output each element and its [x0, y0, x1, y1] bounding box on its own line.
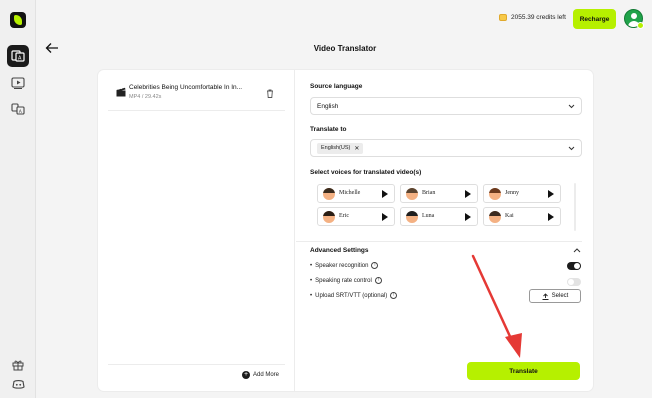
play-icon[interactable] — [548, 213, 554, 221]
gift-icon — [12, 360, 24, 371]
upload-icon — [542, 292, 549, 300]
clapperboard-icon — [116, 87, 126, 97]
advanced-divider — [296, 241, 582, 242]
speaker-recognition-toggle[interactable] — [567, 262, 581, 270]
translator-card: Celebrities Being Uncomfortable In In...… — [98, 70, 593, 391]
play-icon[interactable] — [382, 213, 388, 221]
play-icon[interactable] — [465, 190, 471, 198]
voice-name: Jenny — [505, 190, 519, 196]
voice-avatar — [323, 188, 335, 200]
voice-card-luna[interactable]: Luna — [400, 207, 478, 226]
upload-subtitle-option: • Upload SRT/VTT (optional) ! — [310, 292, 398, 299]
credits-text: 2055.39 credits left — [511, 14, 566, 21]
sidebar-item-voice[interactable]: A — [7, 98, 29, 120]
speaking-rate-option: • Speaking rate control ! — [310, 277, 382, 284]
speaking-rate-toggle[interactable] — [567, 278, 581, 286]
chevron-down-icon — [568, 104, 575, 109]
voice-avatar — [489, 188, 501, 200]
add-more-button[interactable]: + Add More — [242, 371, 279, 379]
file-name: Celebrities Being Uncomfortable In In... — [129, 84, 243, 91]
page-title: Video Translator — [313, 44, 377, 53]
translate-button[interactable]: Translate — [467, 362, 580, 380]
language-chip-label: English(US) — [321, 145, 351, 151]
settings-panel: Source language English Translate to Eng… — [296, 70, 582, 391]
bullet: • — [310, 292, 313, 299]
language-chip: English(US) ✕ — [317, 142, 364, 154]
play-icon[interactable] — [382, 190, 388, 198]
info-icon[interactable]: ! — [371, 262, 379, 269]
voice-name: Eric — [339, 213, 349, 219]
toggle-knob — [574, 263, 580, 269]
chevron-up-icon[interactable] — [573, 248, 581, 253]
info-icon[interactable]: ! — [374, 277, 382, 284]
voice-grid: Michelle Brian Jenny Eric Luna Kai — [313, 183, 571, 231]
voice-grid-scrollbar[interactable] — [574, 183, 576, 231]
coin-icon — [499, 14, 507, 21]
voice-avatar — [406, 211, 418, 223]
voice-name: Luna — [422, 213, 435, 219]
plus-icon: + — [242, 371, 250, 379]
voice-card-michelle[interactable]: Michelle — [317, 184, 395, 203]
file-meta: MP4 / 29.42s — [129, 94, 162, 100]
source-language-label: Source language — [310, 83, 363, 90]
voices-label: Select voices for translated video(s) — [310, 169, 422, 176]
translate-to-label: Translate to — [310, 126, 347, 133]
voice-avatar — [406, 188, 418, 200]
voice-card-eric[interactable]: Eric — [317, 207, 395, 226]
credits-display: 2055.39 credits left — [499, 14, 566, 21]
voice-name: Michelle — [339, 190, 361, 196]
avatar-badge — [637, 22, 644, 29]
play-icon[interactable] — [465, 213, 471, 221]
voice-avatar — [489, 211, 501, 223]
voice-name: Kai — [505, 213, 514, 219]
chevron-down-icon — [568, 146, 575, 151]
select-file-label: Select — [551, 293, 569, 299]
speaking-rate-label: Speaking rate control — [315, 277, 372, 284]
voice-card-jenny[interactable]: Jenny — [483, 184, 561, 203]
sidebar-item-discord[interactable] — [7, 373, 29, 395]
file-divider — [108, 110, 285, 111]
info-icon[interactable]: ! — [390, 292, 398, 299]
remove-chip-icon[interactable]: ✕ — [354, 145, 359, 152]
svg-text:A: A — [18, 56, 22, 62]
video-play-icon — [11, 77, 25, 89]
file-panel: Celebrities Being Uncomfortable In In...… — [98, 70, 295, 391]
select-file-button[interactable]: Select — [529, 289, 581, 303]
add-more-label: Add More — [253, 372, 280, 378]
voice-card-brian[interactable]: Brian — [400, 184, 478, 203]
translate-to-select[interactable]: English(US) ✕ — [310, 139, 582, 157]
bullet: • — [310, 262, 313, 269]
toggle-knob — [568, 279, 574, 285]
file-item[interactable]: Celebrities Being Uncomfortable In In...… — [116, 84, 276, 104]
panel-divider — [108, 364, 285, 365]
source-language-select[interactable]: English — [310, 97, 582, 115]
play-icon[interactable] — [548, 190, 554, 198]
recharge-button[interactable]: Recharge — [573, 9, 616, 29]
trash-icon[interactable] — [266, 89, 274, 98]
voice-translate-icon: A — [11, 103, 25, 115]
voice-avatar — [323, 211, 335, 223]
discord-icon — [11, 379, 25, 389]
bullet: • — [310, 277, 313, 284]
sidebar: A A — [0, 0, 36, 398]
upload-subtitle-label: Upload SRT/VTT (optional) — [315, 292, 388, 299]
advanced-settings-label: Advanced Settings — [310, 247, 369, 254]
speaker-recognition-option: • Speaker recognition ! — [310, 262, 379, 269]
app-logo[interactable] — [10, 12, 26, 28]
source-language-value: English — [317, 102, 339, 110]
voice-card-kai[interactable]: Kai — [483, 207, 561, 226]
voice-name: Brian — [422, 190, 436, 196]
speaker-recognition-label: Speaker recognition — [315, 262, 369, 269]
sidebar-item-video[interactable] — [7, 72, 29, 94]
